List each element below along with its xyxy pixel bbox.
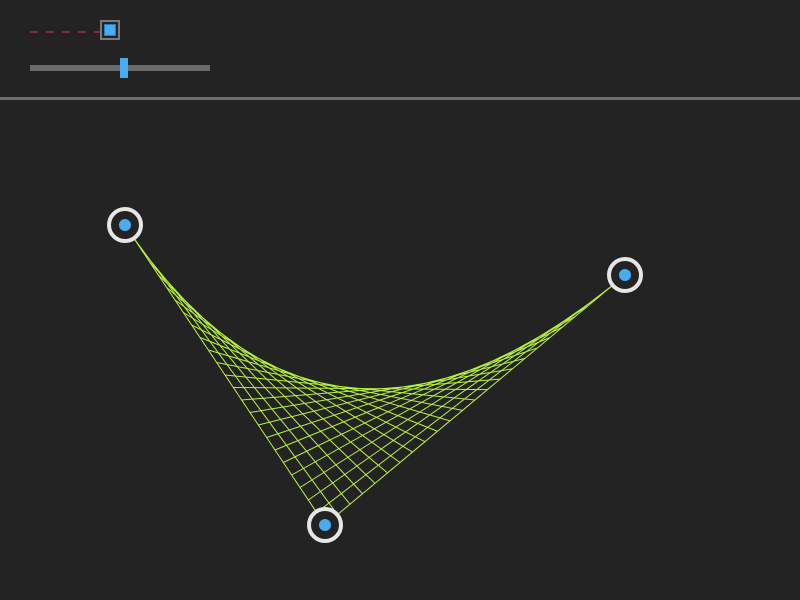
control-polygon: [124, 224, 626, 526]
string-line: [258, 357, 526, 426]
string-line: [141, 249, 351, 505]
string-line: [324, 274, 626, 526]
control-point-middle-handle[interactable]: [307, 507, 343, 543]
string-line: [316, 285, 613, 513]
string-line: [191, 324, 426, 443]
density-slider[interactable]: [30, 58, 210, 78]
control-point-start-handle[interactable]: [107, 207, 143, 243]
string-line: [299, 305, 588, 488]
show-control-lines-checkbox[interactable]: [100, 20, 120, 40]
string-line: [166, 287, 388, 474]
bezier-string-art: [124, 224, 626, 526]
checkbox-check-mark: [104, 24, 116, 36]
control-line-middle-end: [324, 274, 626, 526]
control-line-start-middle: [124, 224, 326, 526]
string-line: [124, 224, 326, 526]
control-point-middle-center: [319, 519, 331, 531]
control-point-end-handle[interactable]: [607, 257, 643, 293]
string-line: [149, 262, 363, 495]
string-line: [132, 237, 338, 515]
bezier-editor-app: [0, 0, 800, 600]
string-line: [241, 378, 501, 401]
toolbar: [0, 0, 800, 97]
string-line: [224, 374, 476, 401]
string-line: [308, 295, 601, 501]
string-line: [249, 368, 513, 413]
dashed-line-icon: [30, 31, 100, 33]
string-line: [199, 337, 438, 432]
slider-thumb[interactable]: [119, 58, 128, 78]
toolbar-divider: [0, 97, 800, 100]
control-point-end-center: [619, 269, 631, 281]
string-line: [283, 326, 563, 463]
string-line: [233, 387, 488, 391]
string-line: [157, 274, 376, 484]
string-line: [208, 349, 451, 422]
string-line: [266, 347, 538, 438]
string-line: [274, 337, 551, 451]
control-point-start-center: [119, 219, 131, 231]
string-line: [183, 312, 413, 453]
string-line: [291, 316, 576, 476]
string-line: [216, 362, 463, 411]
string-line: [174, 299, 401, 463]
